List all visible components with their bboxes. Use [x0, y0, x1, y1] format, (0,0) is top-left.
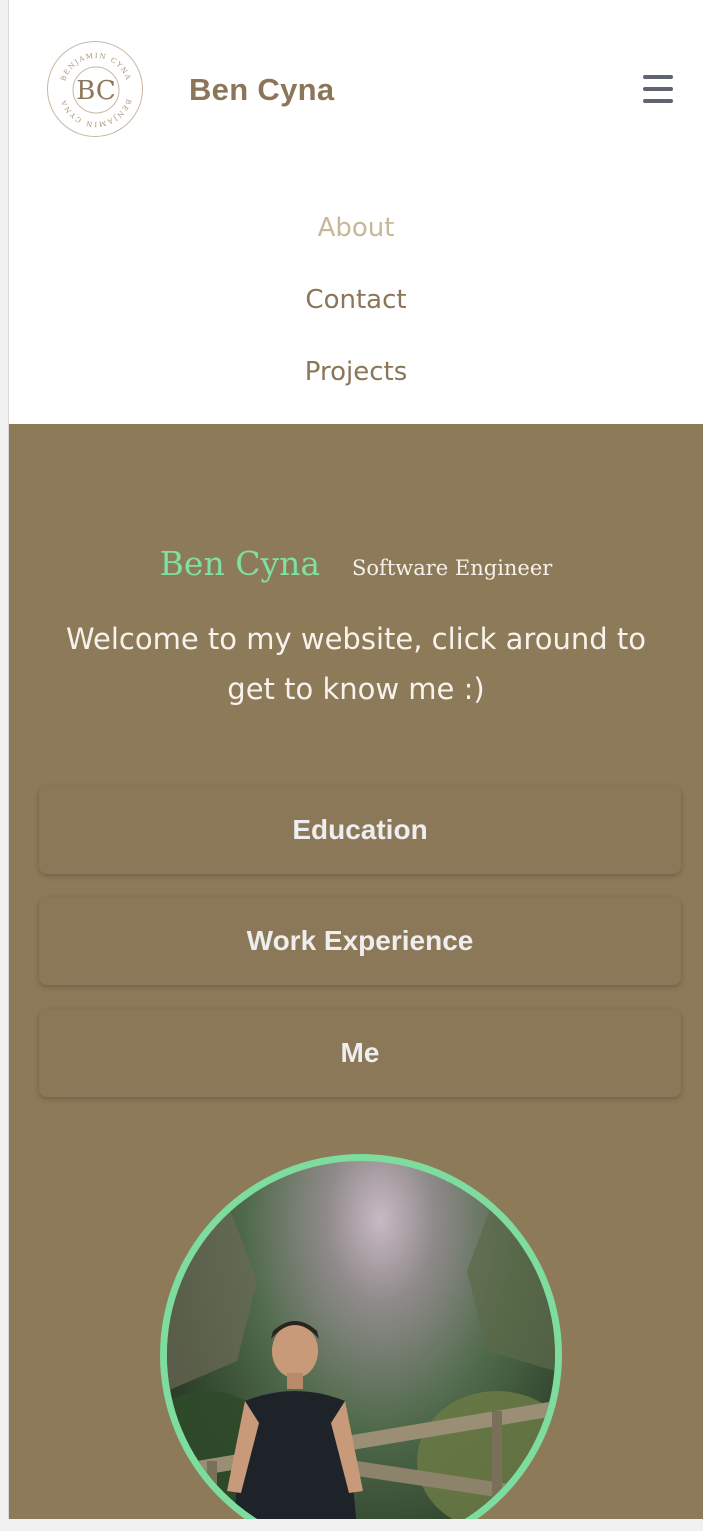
profile-photo [160, 1154, 562, 1519]
site-header: BENJAMIN CYNA BENJAMIN CYNA BC Ben Cyna [9, 0, 703, 180]
main-nav: About Contact Projects [9, 196, 703, 412]
education-button[interactable]: Education [39, 786, 681, 874]
site-brand[interactable]: Ben Cyna [189, 72, 334, 108]
welcome-text: Welcome to my website, click around to g… [66, 622, 646, 706]
hero-name: Ben Cyna [159, 544, 321, 583]
profile-photo-image [167, 1161, 555, 1519]
hamburger-menu-icon[interactable] [641, 72, 675, 106]
work-experience-button[interactable]: Work Experience [39, 897, 681, 985]
hero-role: Software Engineer [352, 556, 553, 580]
viewport-left-edge [0, 0, 9, 1531]
nav-item-about[interactable]: About [9, 196, 703, 268]
logo-monogram: BC [76, 76, 115, 106]
portrait-illustration [167, 1191, 555, 1519]
viewport-bottom-edge [0, 1519, 703, 1531]
page: BENJAMIN CYNA BENJAMIN CYNA BC Ben Cyna … [9, 0, 703, 1519]
hero-title: Ben Cyna Software Engineer [9, 544, 703, 583]
me-button[interactable]: Me [39, 1009, 681, 1097]
nav-item-contact[interactable]: Contact [9, 268, 703, 340]
monogram-logo-icon: BENJAMIN CYNA BENJAMIN CYNA BC [59, 52, 132, 128]
hero-section: Ben Cyna Software Engineer Welcome to my … [9, 424, 703, 1519]
logo[interactable]: BENJAMIN CYNA BENJAMIN CYNA BC [47, 41, 143, 137]
nav-item-projects[interactable]: Projects [9, 340, 703, 412]
